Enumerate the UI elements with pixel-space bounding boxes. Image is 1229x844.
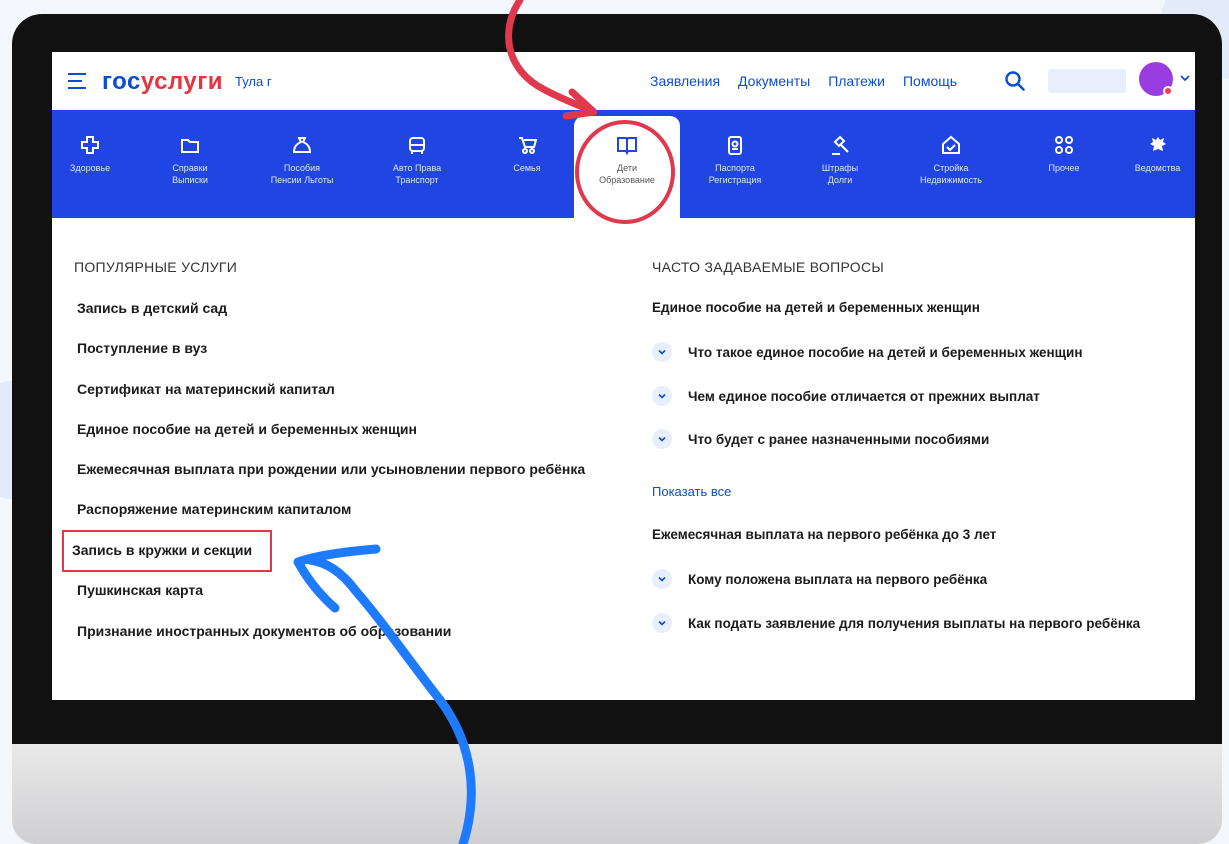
category-auto[interactable]: Авто Права Транспорт — [372, 110, 462, 218]
faq-question[interactable]: Что будет с ранее назначенными пособиями — [652, 428, 989, 450]
site-header: госуслуги Тула г Заявления Документы Пла… — [52, 52, 1195, 110]
category-children-education[interactable]: Дети Образование — [574, 116, 680, 218]
top-nav: Заявления Документы Платежи Помощь — [650, 73, 957, 89]
grid-icon — [1055, 136, 1073, 154]
category-label: Здоровье — [69, 163, 111, 173]
category-label: Прочее — [1048, 163, 1080, 173]
chevron-down-icon — [652, 342, 672, 362]
popular-service-link[interactable]: Ежемесячная выплата при рождении или усы… — [77, 461, 585, 477]
faq-question[interactable]: Чем единое пособие отличается от прежних… — [652, 385, 1040, 407]
emblem-icon — [1149, 137, 1166, 151]
logo-part-1: гос — [102, 68, 141, 95]
category-realty[interactable]: Стройка Недвижимость — [896, 110, 1006, 218]
category-bar: Здоровье Справки Выписки Пособия Пенсии … — [52, 110, 1195, 218]
category-departments[interactable]: Ведомства — [1120, 110, 1195, 218]
category-label: Справки Выписки — [172, 163, 208, 185]
faq-question-text: Как подать заявление для получения выпла… — [688, 615, 1141, 631]
category-family[interactable]: Семья — [492, 110, 562, 218]
category-certificates[interactable]: Справки Выписки — [152, 110, 228, 218]
passport-icon — [728, 136, 742, 155]
faq-question-text: Чем единое пособие отличается от прежних… — [688, 388, 1040, 404]
health-icon — [81, 136, 99, 154]
show-all-link[interactable]: Показать все — [652, 484, 731, 499]
category-label: Ведомства — [1134, 163, 1181, 173]
category-label: Семья — [513, 163, 541, 173]
city-selector[interactable]: Тула г — [235, 74, 272, 89]
nav-documents[interactable]: Документы — [738, 73, 810, 89]
nav-payments[interactable]: Платежи — [828, 73, 885, 89]
faq-question[interactable]: Кому положена выплата на первого ребёнка — [652, 568, 987, 590]
popular-service-link[interactable]: Распоряжение материнским капиталом — [77, 501, 351, 517]
popular-service-link[interactable]: Признание иностранных документов об обра… — [77, 623, 451, 639]
popular-service-link[interactable]: Поступление в вуз — [77, 340, 207, 356]
folder-icon — [181, 139, 199, 153]
category-benefits[interactable]: Пособия Пенсии Льготы — [252, 110, 352, 218]
category-passports[interactable]: Паспорта Регистрация — [688, 110, 782, 218]
notification-dot — [1163, 86, 1173, 96]
search-icon[interactable] — [1004, 70, 1026, 92]
chevron-down-icon — [652, 429, 672, 449]
category-label: Авто Права Транспорт — [392, 163, 442, 185]
nav-applications[interactable]: Заявления — [650, 73, 720, 89]
chevron-down-icon — [652, 613, 672, 633]
category-label: Пособия Пенсии Льготы — [270, 163, 334, 185]
chevron-down-icon — [652, 569, 672, 589]
monitor-stand — [12, 744, 1222, 844]
popular-service-link[interactable]: Пушкинская карта — [77, 582, 203, 598]
menu-icon[interactable] — [68, 73, 86, 89]
popular-services-title: ПОПУЛЯРНЫЕ УСЛУГИ — [74, 259, 238, 275]
user-name-box[interactable] — [1048, 69, 1126, 93]
site-logo[interactable]: госуслуги — [102, 68, 223, 96]
faq-question-text: Что будет с ранее назначенными пособиями — [688, 431, 990, 447]
bag-icon — [292, 137, 312, 153]
house-icon — [942, 135, 960, 154]
logo-part-2: услуги — [140, 68, 223, 95]
faq-question[interactable]: Как подать заявление для получения выпла… — [652, 612, 1140, 634]
book-icon — [617, 137, 637, 156]
car-icon — [409, 137, 425, 154]
category-label: Штрафы Долги — [821, 163, 859, 185]
chevron-down-icon[interactable] — [1179, 72, 1191, 84]
faq-question-text: Что такое единое пособие на детей и бере… — [688, 344, 1083, 360]
category-label: Стройка Недвижимость — [920, 163, 982, 185]
category-other[interactable]: Прочее — [1026, 110, 1102, 218]
faq-title: ЧАСТО ЗАДАВАЕМЫЕ ВОПРОСЫ — [652, 259, 885, 275]
browser-screen: госуслуги Тула г Заявления Документы Пла… — [52, 52, 1195, 700]
gavel-icon — [832, 135, 849, 155]
faq-group-title[interactable]: Единое пособие на детей и беременных жен… — [652, 300, 980, 315]
faq-question-text: Кому положена выплата на первого ребёнка — [688, 571, 988, 587]
popular-service-link[interactable]: Сертификат на материнский капитал — [77, 381, 335, 397]
faq-group-title[interactable]: Ежемесячная выплата на первого ребёнка д… — [652, 527, 996, 542]
popular-service-link[interactable]: Запись в детский сад — [77, 300, 227, 316]
stroller-icon — [519, 137, 538, 154]
annotation-highlight-box — [62, 530, 272, 572]
chevron-down-icon — [652, 386, 672, 406]
faq-question[interactable]: Что такое единое пособие на детей и бере… — [652, 341, 1082, 363]
nav-help[interactable]: Помощь — [903, 73, 957, 89]
category-label: Паспорта Регистрация — [708, 163, 762, 185]
category-label: Дети Образование — [599, 163, 655, 185]
category-fines[interactable]: Штрафы Долги — [802, 110, 878, 218]
category-health[interactable]: Здоровье — [52, 110, 128, 218]
popular-service-link[interactable]: Единое пособие на детей и беременных жен… — [77, 421, 417, 437]
